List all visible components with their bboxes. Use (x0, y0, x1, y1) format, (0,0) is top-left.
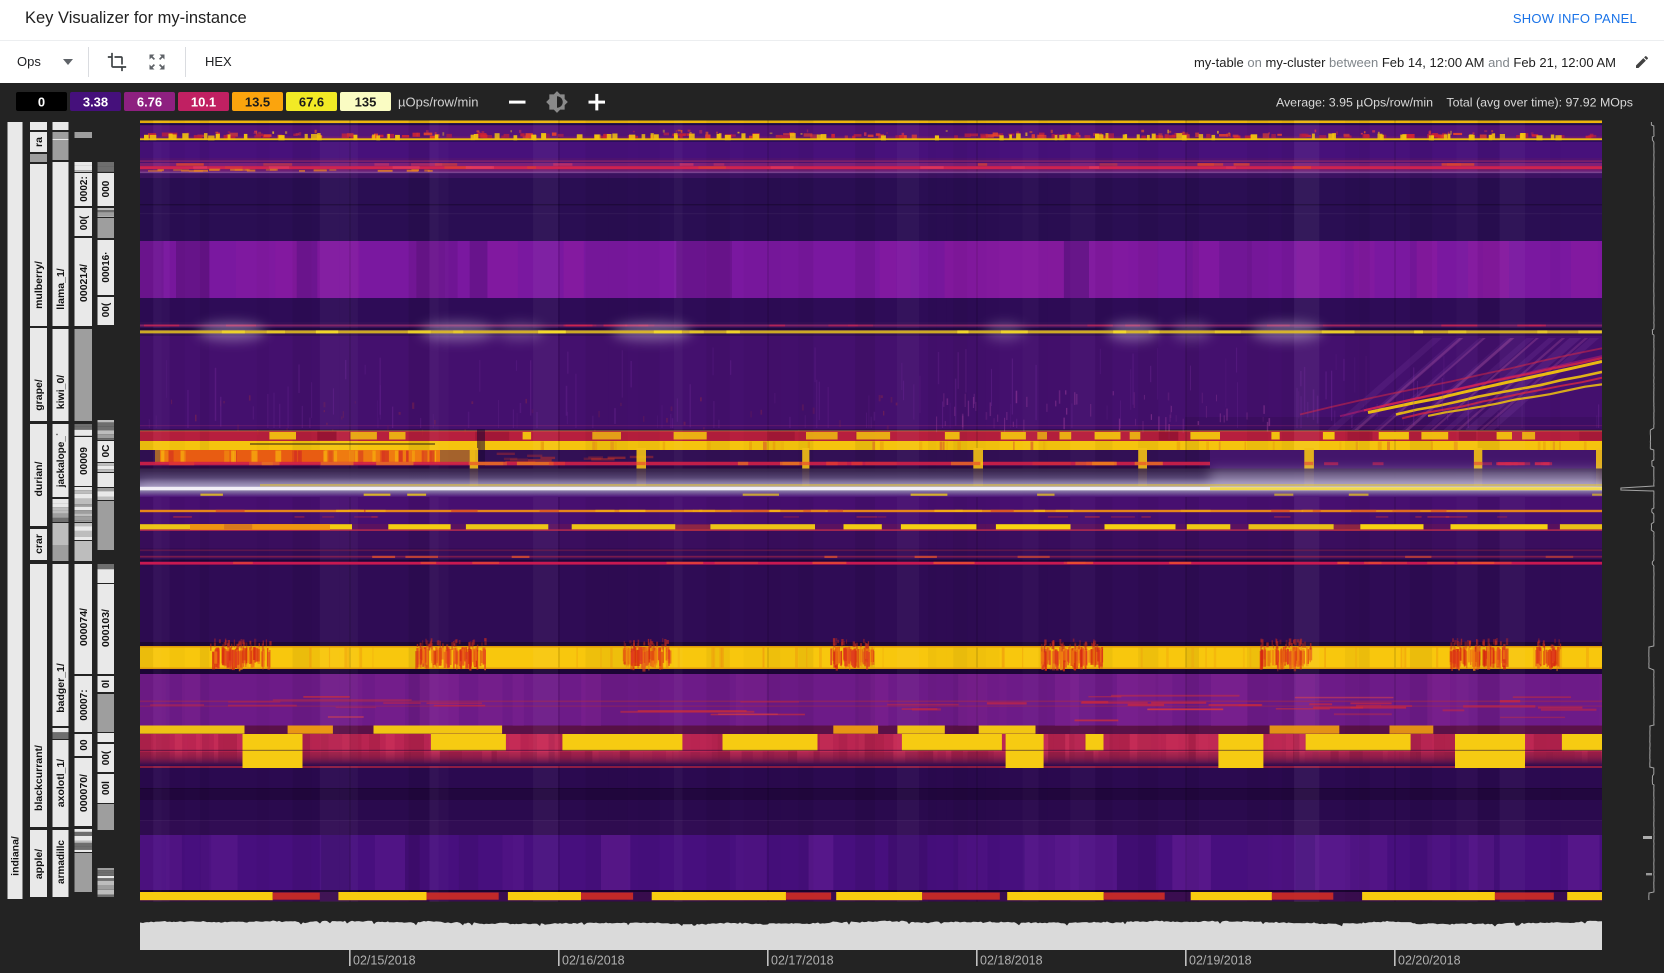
svg-text:0C: 0C (101, 445, 112, 458)
svg-text:00007:: 00007: (79, 689, 90, 720)
svg-text:00(: 00( (101, 302, 112, 317)
svg-text:Average: 3.95 µOps/row/min: Average: 3.95 µOps/row/min (1276, 96, 1433, 110)
svg-text:10.1: 10.1 (191, 95, 216, 110)
svg-text:67.6: 67.6 (299, 95, 324, 110)
svg-text:kiwi_0/: kiwi_0/ (55, 375, 67, 410)
svg-text:135: 135 (355, 95, 377, 110)
svg-text:0: 0 (38, 95, 45, 110)
svg-text:02/17/2018: 02/17/2018 (771, 954, 834, 968)
svg-text:00(: 00( (101, 750, 112, 765)
svg-text:mulberry/: mulberry/ (33, 261, 45, 309)
svg-text:000074/: 000074/ (78, 608, 90, 646)
svg-text:02/20/2018: 02/20/2018 (1398, 954, 1461, 968)
svg-text:3.38: 3.38 (83, 95, 108, 110)
svg-text:00: 00 (79, 739, 90, 751)
svg-text:axolotl_1/: axolotl_1/ (55, 759, 67, 808)
svg-text:µOps/row/min: µOps/row/min (398, 95, 478, 110)
svg-text:00016·: 00016· (101, 251, 112, 282)
svg-text:13.5: 13.5 (245, 95, 270, 110)
svg-text:crar: crar (33, 534, 45, 554)
svg-text:6.76: 6.76 (137, 95, 162, 110)
svg-text:00(: 00( (79, 215, 90, 230)
svg-text:0l: 0l (101, 680, 112, 689)
svg-text:ra: ra (33, 137, 45, 147)
svg-text:000214/: 000214/ (78, 264, 90, 302)
svg-text:jackalope_˙: jackalope_˙ (56, 433, 67, 488)
svg-text:armadillc: armadillc (56, 840, 67, 884)
svg-text:durian/: durian/ (33, 461, 45, 496)
svg-text:Total (avg over time): 97.92 M: Total (avg over time): 97.92 MOps (1446, 96, 1633, 110)
svg-text:000103/: 000103/ (100, 609, 112, 647)
svg-text:badger_1/: badger_1/ (55, 663, 67, 713)
svg-text:02/15/2018: 02/15/2018 (353, 954, 416, 968)
svg-text:indiana/: indiana/ (10, 836, 22, 876)
svg-text:000: 000 (101, 180, 112, 197)
svg-text:02/16/2018: 02/16/2018 (562, 954, 625, 968)
svg-text:02/18/2018: 02/18/2018 (980, 954, 1043, 968)
svg-text:apple/: apple/ (33, 849, 45, 879)
svg-text:grape/: grape/ (33, 379, 45, 411)
svg-text:00l: 00l (101, 781, 112, 795)
svg-text:000070/: 000070/ (78, 774, 90, 812)
svg-text:0002:: 0002: (79, 176, 90, 202)
svg-text:llama_1/: llama_1/ (55, 268, 67, 310)
svg-text:blackcurrant/: blackcurrant/ (33, 745, 45, 811)
svg-text:02/19/2018: 02/19/2018 (1189, 954, 1252, 968)
svg-text:00009: 00009 (79, 447, 90, 475)
